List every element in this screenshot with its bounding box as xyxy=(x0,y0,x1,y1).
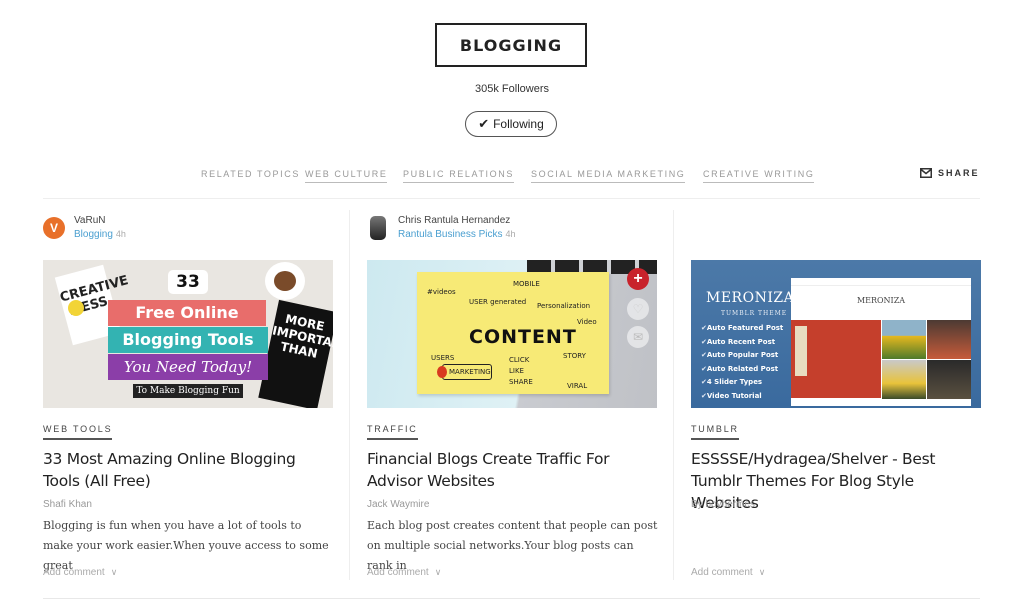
column-divider xyxy=(349,210,350,580)
plus-icon[interactable]: + xyxy=(627,268,649,290)
thumb-brand: MERONIZA xyxy=(706,290,795,306)
thumb-feature-list: Auto Featured Post Auto Recent Post Auto… xyxy=(701,322,783,403)
thumb-word: MARKETING xyxy=(449,368,491,376)
story-byline: By boyhermes xyxy=(691,499,755,510)
story-tag[interactable]: TRAFFIC xyxy=(367,424,418,440)
add-comment-label: Add comment xyxy=(43,567,105,578)
thumb-feature: Auto Featured Post xyxy=(701,322,783,336)
add-comment-button[interactable]: Add comment ∨ xyxy=(691,567,765,578)
thumb-site-image xyxy=(882,320,926,359)
divider xyxy=(43,598,980,599)
thumb-word: USERS xyxy=(431,354,455,362)
thumb-line-1: Free Online xyxy=(108,300,266,326)
chevron-down-icon: ∨ xyxy=(434,567,442,577)
story-byline: Jack Waymire xyxy=(367,499,430,510)
thumb-poster-right: MORE IMPORTANT THAN xyxy=(258,299,333,408)
story-card: Chris Rantula Hernandez Rantula Business… xyxy=(367,210,659,590)
thumb-word: SHARE xyxy=(509,378,533,386)
post-time: 4h xyxy=(505,229,516,239)
thumb-word: VIRAL xyxy=(567,382,588,390)
post-time: 4h xyxy=(115,229,126,239)
story-tag[interactable]: TUMBLR xyxy=(691,424,739,440)
story-title[interactable]: 33 Most Amazing Online Blogging Tools (A… xyxy=(43,448,335,492)
related-topics-label: RELATED TOPICS xyxy=(201,169,300,179)
thumb-feature: Auto Popular Post xyxy=(701,349,783,363)
topic-link-web-culture[interactable]: WEB CULTURE xyxy=(305,169,388,183)
thumb-center-word: CONTENT xyxy=(469,326,577,348)
thumb-strap: To Make Blogging Fun xyxy=(133,384,243,398)
heart-icon[interactable]: ♡ xyxy=(627,298,649,320)
thumb-site-nav xyxy=(791,278,971,286)
thumb-site-door xyxy=(795,326,807,376)
related-topics-nav: RELATED TOPICS WEB CULTURE PUBLIC RELATI… xyxy=(0,166,1024,186)
thumb-sticky-note: #videos MOBILE USER generated Personaliz… xyxy=(417,272,609,394)
add-comment-button[interactable]: Add comment ∨ xyxy=(367,567,441,578)
avatar[interactable]: V xyxy=(43,217,65,239)
story-byline: Shafi Khan xyxy=(43,499,92,510)
story-thumbnail[interactable]: CREATIVE MESS MORE IMPORTANT THAN 33 Fre… xyxy=(43,260,333,408)
thumb-site-logo: MERONIZA xyxy=(856,296,906,305)
story-card: MERONIZA TUMBLR THEME Auto Featured Post… xyxy=(691,210,983,590)
add-comment-button[interactable]: Add comment ∨ xyxy=(43,567,117,578)
story-card: V VaRuN Blogging 4h CREATIVE MESS MORE IM… xyxy=(43,210,335,590)
following-label: Following xyxy=(493,117,544,131)
column-divider xyxy=(673,210,674,580)
add-comment-label: Add comment xyxy=(691,567,753,578)
topic-link-social-media-marketing[interactable]: SOCIAL MEDIA MARKETING xyxy=(531,169,686,183)
thumb-feature: Auto Related Post xyxy=(701,363,783,377)
share-button[interactable]: SHARE xyxy=(920,168,980,178)
divider xyxy=(43,198,980,199)
following-button[interactable]: ✔ Following xyxy=(465,111,557,137)
thumb-badge: 33 xyxy=(168,270,208,294)
thumb-word: Video xyxy=(577,318,597,326)
thumb-site-image xyxy=(927,360,971,399)
thumb-feature: Video Tutorial xyxy=(701,390,783,404)
thumb-word: MOBILE xyxy=(513,280,540,288)
checkmark-icon: ✔ xyxy=(478,116,490,131)
thumb-word: STORY xyxy=(563,352,586,360)
thumb-subtitle: TUMBLR THEME xyxy=(721,310,788,317)
mail-icon[interactable]: ✉ xyxy=(627,326,649,348)
thumb-word: CLICK xyxy=(509,356,530,364)
topic-link-public-relations[interactable]: PUBLIC RELATIONS xyxy=(403,169,514,183)
chevron-down-icon: ∨ xyxy=(758,567,766,577)
thumb-word: USER generated xyxy=(469,298,527,306)
thumb-word: Personalization xyxy=(537,302,591,310)
author-name[interactable]: Chris Rantula Hernandez xyxy=(398,214,516,227)
share-label: SHARE xyxy=(938,168,980,178)
topic-title: BLOGGING xyxy=(435,23,587,67)
thumb-line-2: Blogging Tools xyxy=(108,327,268,353)
thumb-word: LIKE xyxy=(509,367,524,375)
mail-icon xyxy=(920,168,932,178)
thumb-feature: 4 Slider Types xyxy=(701,376,783,390)
followers-count: 305k Followers xyxy=(475,83,549,95)
thumb-site-image xyxy=(927,320,971,359)
story-thumbnail[interactable]: MERONIZA TUMBLR THEME Auto Featured Post… xyxy=(691,260,981,408)
publication-link[interactable]: Blogging xyxy=(74,229,113,240)
publication-link[interactable]: Rantula Business Picks xyxy=(398,229,503,240)
thumb-site-image xyxy=(882,360,926,399)
thumb-site-preview: MERONIZA xyxy=(791,278,971,406)
author-name[interactable]: VaRuN xyxy=(74,214,126,227)
story-title[interactable]: Financial Blogs Create Traffic For Advis… xyxy=(367,448,659,492)
thumb-word: #videos xyxy=(427,288,456,296)
thumb-lemon xyxy=(68,300,84,316)
add-comment-label: Add comment xyxy=(367,567,429,578)
chevron-down-icon: ∨ xyxy=(110,567,118,577)
avatar[interactable] xyxy=(370,216,386,240)
thumb-feature: Auto Recent Post xyxy=(701,336,783,350)
author-row: V VaRuN Blogging 4h xyxy=(43,214,126,244)
story-tag[interactable]: WEB TOOLS xyxy=(43,424,113,440)
thumb-coffee-cup xyxy=(265,262,305,300)
thumb-line-3: You Need Today! xyxy=(108,354,268,380)
author-row: Chris Rantula Hernandez Rantula Business… xyxy=(367,214,516,244)
story-thumbnail[interactable]: #videos MOBILE USER generated Personaliz… xyxy=(367,260,657,408)
topic-link-creative-writing[interactable]: CREATIVE WRITING xyxy=(703,169,815,183)
